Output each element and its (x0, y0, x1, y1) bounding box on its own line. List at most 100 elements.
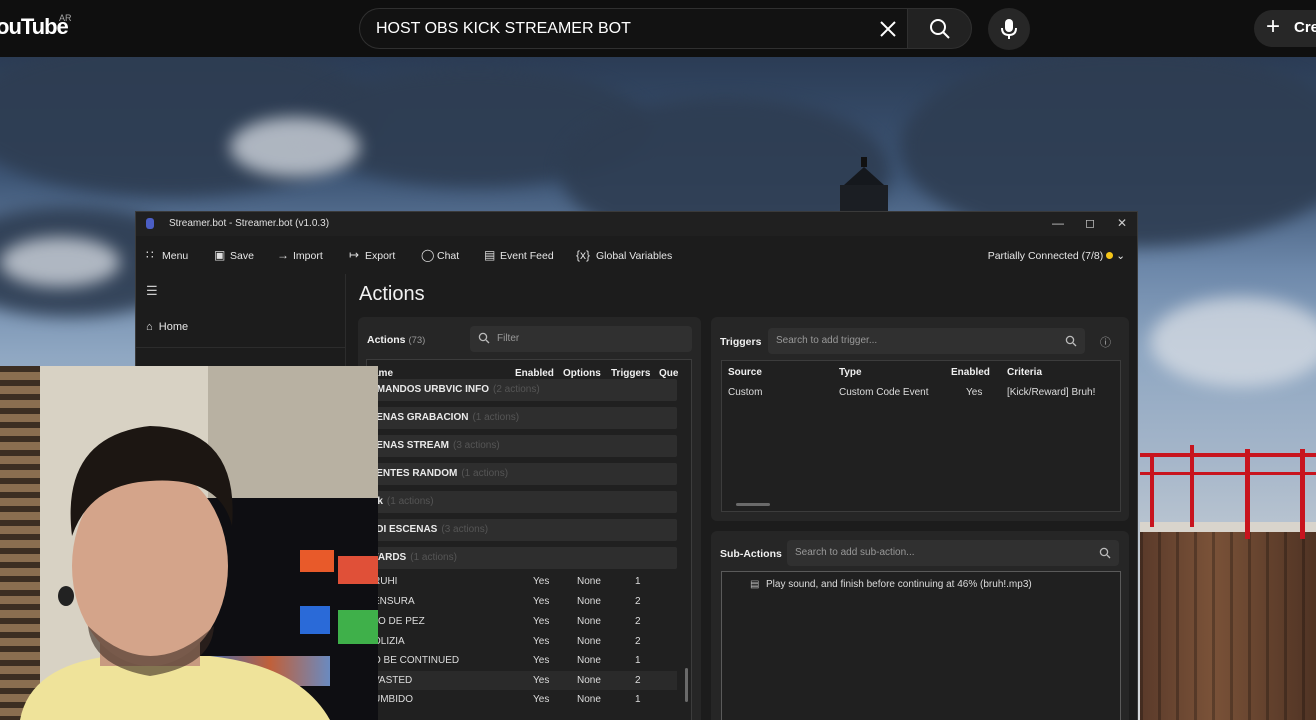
group-name: CENAS GRABACION (369, 412, 469, 423)
youtube-header: ouTube AR HOST OBS KICK STREAMER BOT + C… (0, 0, 1316, 57)
global-variables-button[interactable]: {x} Global Variables (576, 248, 672, 262)
red-railing (1150, 453, 1154, 527)
action-name: ENSURA (373, 596, 415, 607)
subaction-search-input[interactable]: Search to add sub-action... (787, 540, 1119, 566)
action-group-row[interactable]: CENAS GRABACION (1 actions) (367, 407, 677, 429)
cloud (1150, 297, 1316, 387)
action-group-label: KDI ESCENAS (3 actions) (369, 524, 488, 535)
action-group-row[interactable]: KDI ESCENAS (3 actions) (367, 519, 677, 541)
chat-button[interactable]: ◯ Chat (421, 248, 459, 262)
import-button[interactable]: → Import (277, 248, 323, 262)
action-group-row[interactable]: WARDS (1 actions) (367, 547, 677, 569)
horizontal-scrollbar[interactable] (736, 503, 770, 506)
cloud (0, 237, 120, 287)
action-options: None (577, 596, 601, 607)
actions-table: ame Enabled Options Triggers Que OMANDOS… (366, 359, 692, 720)
info-icon[interactable]: ⓘ (1100, 334, 1111, 350)
action-group-row[interactable]: ick(1 actions) (367, 491, 677, 513)
action-group-label: ick(1 actions) (369, 496, 434, 507)
action-row[interactable]: ENSURA Yes None 2 (367, 592, 677, 611)
global-variables-label: Global Variables (596, 250, 673, 262)
action-row[interactable]: JO DE PEZ Yes None 2 (367, 612, 677, 631)
action-group-row[interactable]: OMANDOS URBVIC INFO (2 actions) (367, 379, 677, 401)
action-enabled: Yes (533, 694, 550, 705)
column-header-source[interactable]: Source (728, 367, 762, 378)
action-group-row[interactable]: UENTES RANDOM (1 actions) (367, 463, 677, 485)
trigger-type: Custom Code Event (839, 387, 929, 398)
column-header-enabled[interactable]: Enabled (951, 367, 990, 378)
action-row[interactable]: OLIZIA Yes None 2 (367, 632, 677, 651)
trigger-row[interactable]: Custom Custom Code Event Yes [Kick/Rewar… (722, 383, 1120, 402)
action-triggers: 1 (635, 576, 641, 587)
group-count: (1 actions) (410, 552, 457, 563)
action-enabled: Yes (533, 576, 550, 587)
column-header-enabled[interactable]: Enabled (515, 368, 554, 379)
action-triggers: 2 (635, 675, 641, 686)
window-title: Streamer.bot - Streamer.bot (v1.0.3) (169, 218, 330, 229)
voice-search-button[interactable] (988, 8, 1030, 50)
column-header-type[interactable]: Type (839, 367, 862, 378)
action-options: None (577, 576, 601, 587)
column-header-criteria[interactable]: Criteria (1007, 367, 1042, 378)
person (20, 426, 330, 720)
clear-search-icon[interactable] (877, 18, 899, 40)
save-button[interactable]: ▣ Save (214, 248, 254, 262)
sidebar-item-home[interactable]: ⌂ Home (146, 321, 188, 333)
column-header-options[interactable]: Options (563, 368, 601, 379)
vertical-scrollbar[interactable] (685, 668, 688, 702)
group-name: CENAS STREAM (369, 440, 450, 451)
action-row[interactable]: O BE CONTINUED Yes None 1 (367, 651, 677, 670)
export-label: Export (365, 250, 396, 262)
action-enabled: Yes (533, 596, 550, 607)
actions-filter-input[interactable]: Filter (470, 326, 692, 352)
group-count: (1 actions) (461, 468, 509, 479)
event-feed-button[interactable]: ▤ Event Feed (484, 248, 554, 262)
action-row[interactable]: UMBIDO Yes None 1 (367, 690, 677, 709)
region-code: AR (59, 13, 72, 23)
column-header-queue[interactable]: Que (659, 368, 678, 379)
hamburger-icon[interactable]: ☰ (146, 283, 158, 299)
group-name: KDI ESCENAS (369, 524, 438, 535)
create-button[interactable]: + Cre (1254, 10, 1316, 47)
action-row[interactable]: RUHI Yes None 1 (367, 572, 677, 591)
subaction-label: Play sound, and finish before continuing… (766, 579, 1032, 590)
action-group-label: OMANDOS URBVIC INFO (2 actions) (369, 384, 540, 395)
maximize-icon[interactable]: ◻ (1082, 216, 1098, 232)
red-railing (1245, 449, 1250, 539)
group-count: (3 actions) (441, 524, 489, 535)
action-enabled: Yes (533, 675, 550, 686)
subactions-panel: Sub-Actions Search to add sub-action... … (711, 531, 1129, 720)
search-button[interactable] (907, 8, 972, 49)
close-icon[interactable]: ✕ (1114, 216, 1130, 232)
youtube-logo[interactable]: ouTube (0, 14, 69, 40)
search-input-value[interactable]: HOST OBS KICK STREAMER BOT (376, 20, 631, 38)
action-group-label: UENTES RANDOM (1 actions) (369, 468, 508, 479)
triggers-table: Source Type Enabled Criteria Custom Cust… (721, 360, 1121, 512)
action-group-label: WARDS (1 actions) (369, 552, 457, 563)
actions-panel-title: Actions (73) (367, 334, 425, 346)
action-group-label: CENAS GRABACION (1 actions) (369, 412, 519, 423)
minimize-icon[interactable]: — (1050, 216, 1066, 232)
menu-button[interactable]: ∷ Menu (146, 248, 188, 262)
search-icon (478, 332, 490, 344)
action-group-row[interactable]: CENAS STREAM (3 actions) (367, 435, 677, 457)
connection-status[interactable]: Partially Connected (7/8) ⌄ (988, 250, 1125, 262)
red-railing (1190, 445, 1194, 527)
page-title: Actions (359, 283, 425, 305)
chat-label: Chat (437, 250, 460, 262)
actions-count: (73) (408, 335, 426, 346)
actions-panel: Actions (73) Filter ame Enabled Options … (358, 317, 701, 720)
chat-icon: ◯ (421, 248, 435, 262)
window-titlebar: Streamer.bot - Streamer.bot (v1.0.3) — ◻… (136, 212, 1137, 236)
action-row[interactable]: VASTED Yes None 2 (367, 671, 677, 690)
column-header-triggers[interactable]: Triggers (611, 368, 650, 379)
red-railing (1300, 449, 1305, 539)
save-icon: ▣ (214, 248, 226, 262)
search-input[interactable]: HOST OBS KICK STREAMER BOT (359, 8, 907, 49)
group-count: (3 actions) (453, 440, 500, 451)
export-button[interactable]: ↦ Export (349, 248, 395, 262)
action-options: None (577, 636, 601, 647)
search-icon (930, 19, 950, 39)
trigger-search-input[interactable]: Search to add trigger... (768, 328, 1085, 354)
subaction-item[interactable]: ▤ Play sound, and finish before continui… (742, 575, 1112, 594)
